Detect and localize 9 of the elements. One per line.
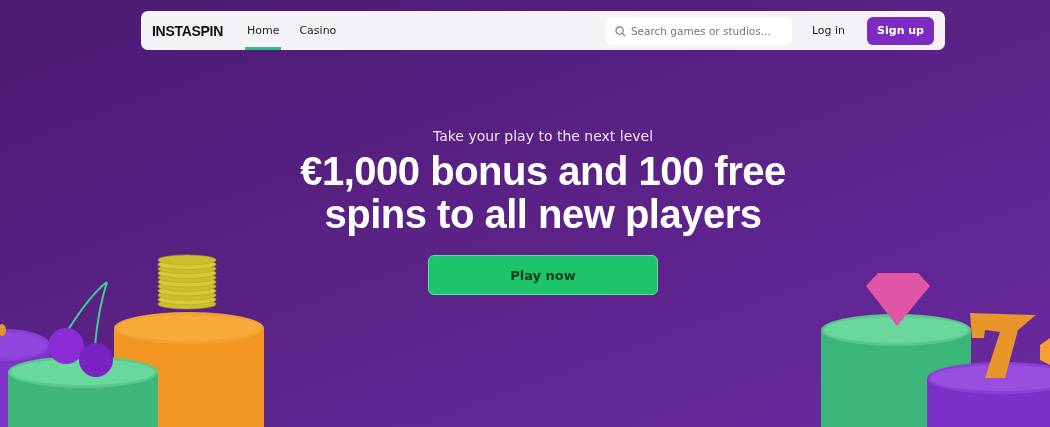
site-logo[interactable]: INSTASPIN [152,22,223,39]
play-now-button[interactable]: Play now [428,255,658,295]
nav-tab[interactable]: Home [244,11,282,50]
login-link[interactable]: Log in [803,20,854,41]
nav-tab[interactable]: Casino [297,11,339,50]
hero-headline: €1,000 bonus and 100 free spins to all new players [300,150,786,236]
hero-subtitle: Take your play to the next level [432,128,654,144]
search-field[interactable]: Search games or studios... [605,16,792,45]
signup-button[interactable]: Sign up [867,16,934,45]
